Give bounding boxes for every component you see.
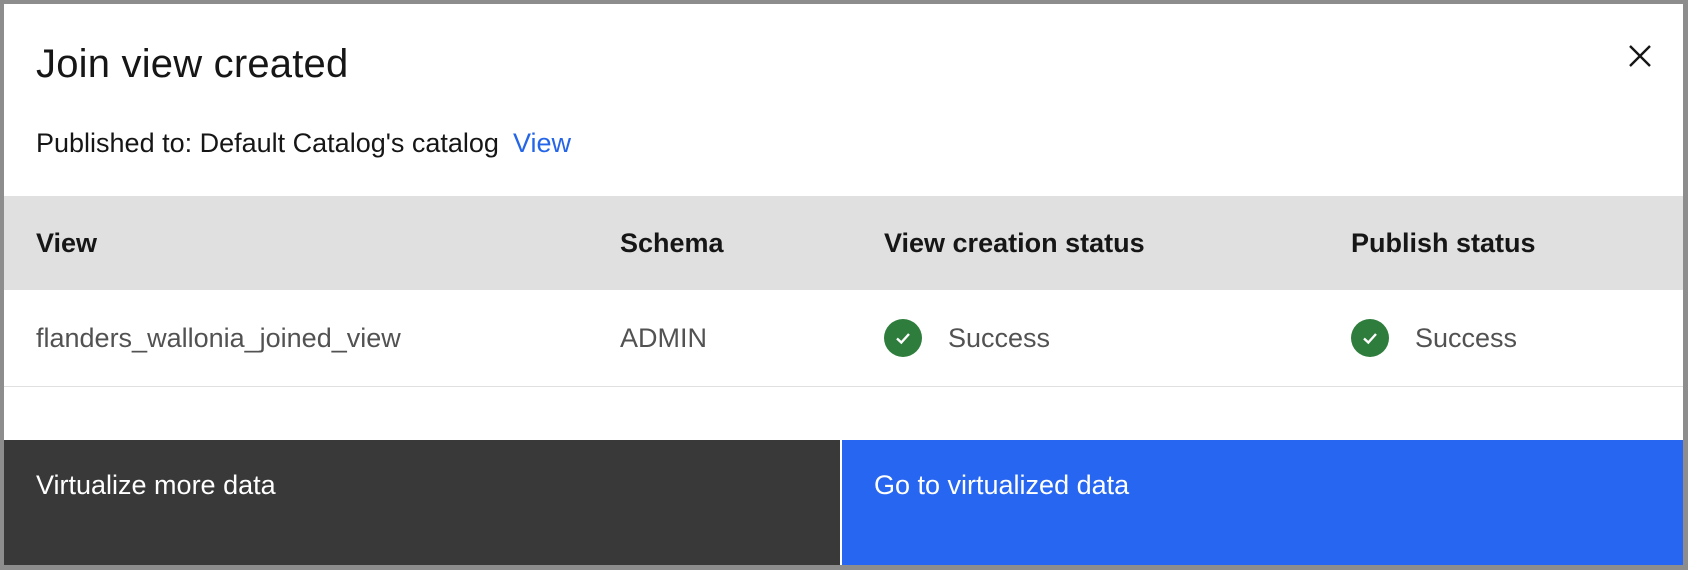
go-to-virtualized-data-button[interactable]: Go to virtualized data <box>842 440 1683 565</box>
published-label: Published to: Default Catalog's catalog <box>36 128 499 158</box>
cell-view-creation-status: Success <box>884 290 1351 387</box>
table-header-row: View Schema View creation status Publish… <box>4 196 1683 290</box>
published-info: Published to: Default Catalog's catalog V… <box>36 128 571 159</box>
column-header-view-creation-status: View creation status <box>884 196 1351 290</box>
modal-title: Join view created <box>36 42 349 86</box>
cell-publish-status: Success <box>1351 290 1683 387</box>
column-header-schema: Schema <box>620 196 884 290</box>
cell-schema: ADMIN <box>620 290 884 387</box>
views-table: View Schema View creation status Publish… <box>4 196 1683 387</box>
column-header-view: View <box>4 196 620 290</box>
checkmark-filled-icon <box>1351 319 1389 357</box>
cell-view-name: flanders_wallonia_joined_view <box>4 290 620 387</box>
join-view-created-modal: Join view created Published to: Default … <box>4 4 1683 565</box>
virtualize-more-data-button[interactable]: Virtualize more data <box>4 440 842 565</box>
close-icon <box>1629 45 1651 67</box>
publish-status-text: Success <box>1415 322 1518 353</box>
checkmark-filled-icon <box>884 319 922 357</box>
table-row: flanders_wallonia_joined_view ADMIN Succ… <box>4 290 1683 387</box>
view-creation-status-text: Success <box>948 322 1051 353</box>
modal-footer: Virtualize more data Go to virtualized d… <box>4 440 1683 565</box>
close-button[interactable] <box>1618 34 1662 78</box>
column-header-publish-status: Publish status <box>1351 196 1683 290</box>
view-catalog-link[interactable]: View <box>513 128 571 158</box>
